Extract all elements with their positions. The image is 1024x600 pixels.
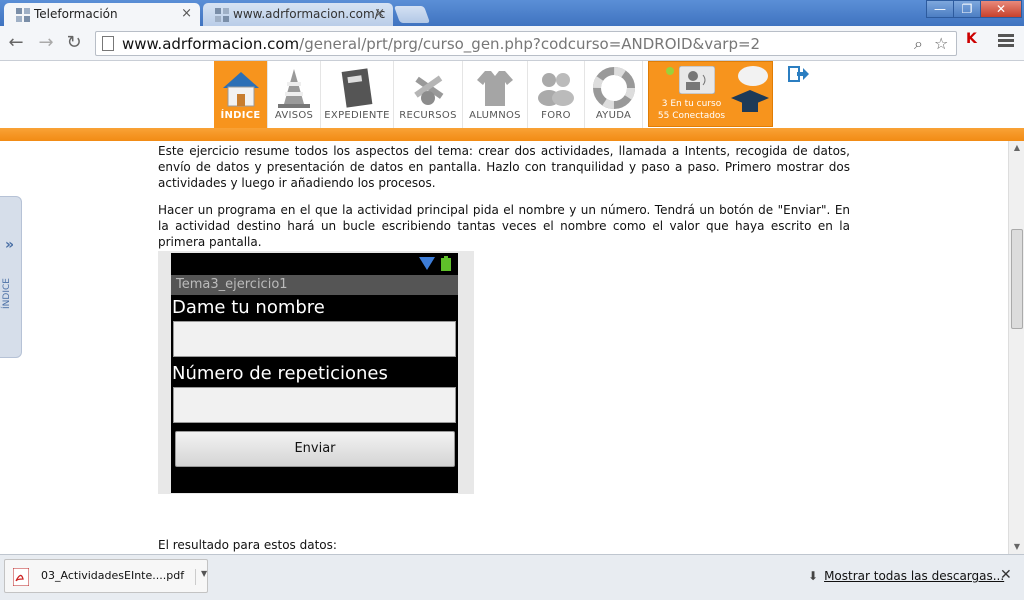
online-users-panel[interactable]: 3 En tu curso 55 Conectados [648, 61, 773, 127]
main-content: Este ejercicio resume todos los aspectos… [0, 141, 1008, 554]
download-bar-close-icon[interactable]: ✕ [1000, 567, 1012, 583]
window-close-button[interactable]: ✕ [980, 0, 1022, 18]
tab-teleformacion[interactable]: Teleformación × [4, 3, 200, 26]
show-all-downloads-link[interactable]: ⬇ Mostrar todas las descargas... [808, 569, 1004, 583]
lifebuoy-icon [592, 67, 635, 109]
nav-label: ALUMNOS [469, 110, 521, 121]
wifi-icon [419, 257, 435, 270]
name-input [173, 321, 456, 357]
header-accent-bar [0, 128, 1024, 141]
magnifier-icon[interactable]: ⌕ [914, 34, 923, 54]
traffic-cone-icon [278, 69, 310, 108]
hamburger-menu-icon[interactable] [998, 34, 1014, 49]
index-side-tab[interactable]: » ÍNDICE [0, 196, 22, 358]
nav-item-avisos[interactable]: AVISOS [268, 61, 321, 128]
repetitions-input [173, 387, 456, 423]
battery-icon [441, 256, 451, 271]
nav-label: RECURSOS [399, 110, 457, 121]
nav-item-alumnos[interactable]: ALUMNOS [463, 61, 528, 128]
url-path: /general/prt/prg/curso_gen.php?codcurso=… [299, 35, 761, 53]
nav-item-indice[interactable]: ÍNDICE [214, 61, 268, 128]
nav-item-foro[interactable]: FORO [528, 61, 585, 128]
download-arrow-icon: ⬇ [808, 569, 819, 583]
tab-title: Teleformación [34, 7, 118, 21]
double-chevron-right-icon: » [5, 237, 15, 253]
favicon-icon [215, 8, 229, 22]
tab-strip: Teleformación × www.adrformacion.com/c ×… [0, 0, 1024, 26]
side-tab-label: ÍNDICE [2, 278, 12, 309]
nav-label: AVISOS [274, 110, 314, 121]
new-tab-button[interactable] [393, 6, 431, 23]
graduation-cap-icon [731, 66, 769, 112]
enviar-button: Enviar [175, 431, 455, 467]
pdf-file-icon [13, 568, 29, 586]
chevron-down-icon[interactable]: ▼ [195, 569, 207, 585]
nav-label: AYUDA [595, 110, 632, 121]
forward-icon[interactable]: → [35, 32, 57, 53]
scroll-thumb[interactable] [1011, 229, 1023, 329]
app-title-bar: Tema3_ejercicio1 [171, 275, 458, 295]
curso-count: 3 En tu curso [661, 99, 722, 109]
logout-icon[interactable] [788, 65, 810, 85]
page-icon [102, 36, 114, 51]
house-icon [222, 72, 259, 107]
scroll-down-icon[interactable]: ▼ [1009, 540, 1024, 554]
url-host: www.adrformacion.com [122, 35, 300, 53]
back-icon[interactable]: ← [5, 32, 27, 53]
notebook-icon [341, 68, 373, 108]
name-label: Dame tu nombre [172, 297, 325, 318]
scroll-up-icon[interactable]: ▲ [1009, 141, 1024, 155]
conectados-count: 55 Conectados [657, 111, 726, 121]
download-bar: 03_ActividadesEInte....pdf ▼ ⬇ Mostrar to… [0, 554, 1024, 600]
nav-item-recursos[interactable]: RECURSOS [394, 61, 463, 128]
star-icon[interactable]: ☆ [934, 34, 948, 53]
user-speaker-icon [679, 66, 715, 94]
vertical-scrollbar[interactable]: ▲ ▼ [1008, 141, 1024, 554]
url-text[interactable]: www.adrformacion.com/general/prt/prg/cur… [122, 35, 760, 53]
result-caption: El resultado para estos datos: [158, 538, 337, 552]
maximize-button[interactable]: ❐ [953, 0, 981, 18]
repetitions-label: Número de repeticiones [172, 363, 388, 384]
tab-close-icon[interactable]: × [181, 6, 192, 21]
tab-close-icon[interactable]: × [374, 6, 385, 21]
online-dot-icon [666, 67, 674, 75]
tab-title: www.adrformacion.com/c [233, 7, 386, 21]
tshirt-icon [477, 71, 513, 106]
browser-toolbar: ← → ↻ www.adrformacion.com/general/prt/p… [0, 26, 1024, 61]
nav-item-expediente[interactable]: EXPEDIENTE [321, 61, 394, 128]
tools-icon [414, 75, 444, 105]
phone-screen: Tema3_ejercicio1 Dame tu nombre Número d… [171, 253, 458, 493]
exercise-intro: Este ejercicio resume todos los aspectos… [158, 144, 850, 190]
address-bar[interactable]: www.adrformacion.com/general/prt/prg/cur… [95, 31, 957, 56]
kaspersky-extension-icon[interactable]: K [966, 31, 977, 47]
nav-item-ayuda[interactable]: AYUDA [585, 61, 643, 128]
people-icon [538, 73, 574, 106]
android-screenshot: Tema3_ejercicio1 Dame tu nombre Número d… [158, 251, 474, 494]
nav-label: FORO [541, 110, 571, 121]
minimize-button[interactable]: — [926, 0, 954, 18]
download-item[interactable]: 03_ActividadesEInte....pdf ▼ [4, 559, 208, 593]
nav-label: EXPEDIENTE [324, 110, 390, 121]
tab-adrformacion[interactable]: www.adrformacion.com/c × [203, 3, 393, 26]
favicon-icon [16, 8, 30, 22]
exercise-description: Hacer un programa en el que la actividad… [158, 203, 850, 249]
nav-label: ÍNDICE [220, 110, 261, 121]
status-bar [171, 253, 458, 273]
show-all-label: Mostrar todas las descargas... [824, 569, 1005, 583]
download-filename: 03_ActividadesEInte....pdf [41, 569, 185, 582]
reload-icon[interactable]: ↻ [63, 32, 85, 53]
